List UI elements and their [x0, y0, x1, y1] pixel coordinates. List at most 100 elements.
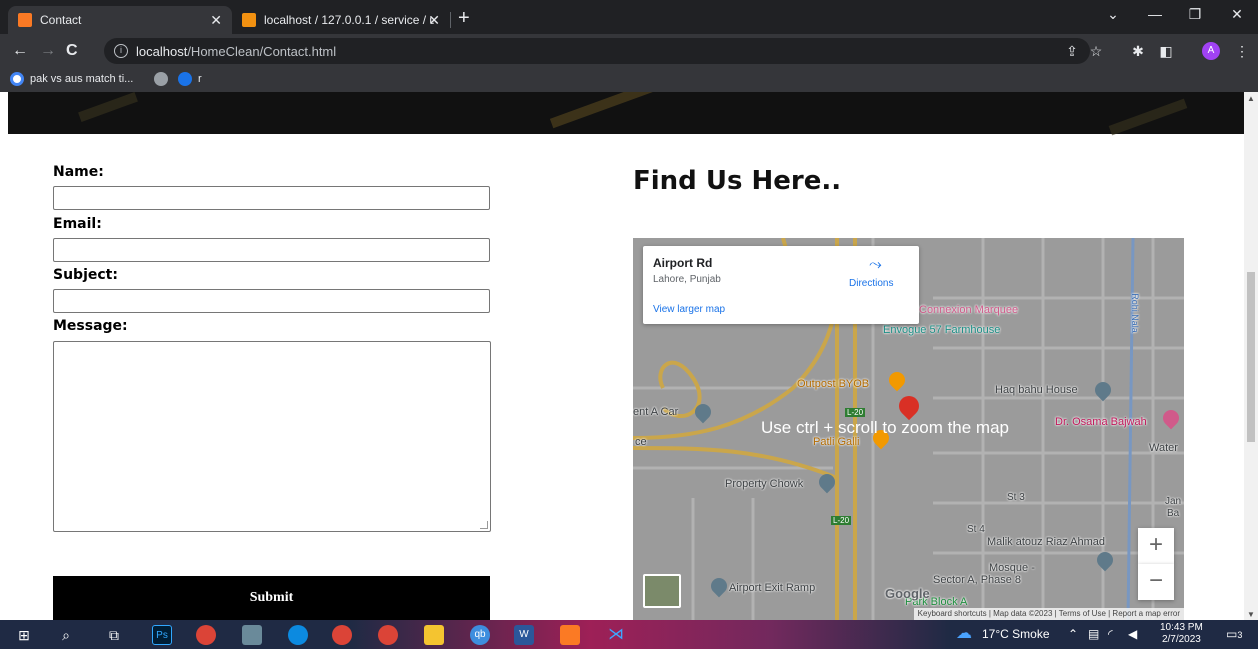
windows-start-icon[interactable]: ⊞: [14, 625, 34, 645]
submit-button[interactable]: Submit: [53, 576, 490, 620]
hero-banner-image: [8, 92, 1244, 136]
bookmark-label: r: [198, 73, 202, 85]
place-title: Airport Rd: [653, 256, 713, 270]
photoshop-icon[interactable]: Ps: [152, 625, 172, 645]
map-label-envogue: Envogue 57 Farmhouse: [883, 324, 1001, 336]
chrome-icon[interactable]: [196, 625, 216, 645]
google-logo: Google: [885, 586, 930, 601]
map-road-shield: L-20: [831, 516, 852, 525]
directions-link[interactable]: Directions: [849, 278, 893, 289]
map-zoom-hint: Use ctrl + scroll to zoom the map: [761, 418, 1010, 437]
map-label-rentacar: ent A Car: [633, 406, 679, 418]
volume-icon[interactable]: ◀: [1128, 627, 1137, 641]
profile-avatar[interactable]: A: [1202, 42, 1220, 60]
close-tab-icon[interactable]: ✕: [428, 12, 440, 29]
close-tab-icon[interactable]: ✕: [210, 12, 222, 29]
map-label-outpost: Outpost BYOB: [797, 378, 870, 390]
reload-icon[interactable]: C: [66, 41, 78, 61]
message-label: Message:: [53, 318, 128, 334]
tab-search-icon[interactable]: ⌄: [1098, 6, 1128, 23]
scroll-thumb[interactable]: [1247, 272, 1255, 442]
wifi-icon[interactable]: ◜: [1108, 627, 1113, 641]
map-label-exitramp: Airport Exit Ramp: [729, 582, 816, 594]
google-map-embed[interactable]: Connexion Marquee Envogue 57 Farmhouse R…: [633, 238, 1184, 620]
show-hidden-icons-icon[interactable]: ⌃: [1068, 627, 1078, 641]
forward-icon[interactable]: →: [40, 41, 56, 61]
browser-toolbar: ← → C i localhost/HomeClean/Contact.html…: [0, 34, 1258, 68]
globe-icon: [154, 72, 168, 86]
directions-icon[interactable]: ⤳: [869, 256, 882, 274]
xampp-icon[interactable]: [560, 625, 580, 645]
minimize-icon[interactable]: —: [1140, 6, 1170, 22]
tab-contact[interactable]: Contact ✕: [8, 6, 232, 34]
page-viewport: Name: Email: Subject: Message: Submit Fi…: [0, 92, 1244, 620]
side-panel-icon[interactable]: ◧: [1156, 42, 1176, 60]
phpmyadmin-favicon-icon: [242, 13, 256, 27]
url-path: /HomeClean/Contact.html: [187, 43, 337, 59]
snipping-tool-icon[interactable]: [242, 625, 262, 645]
bookmark-label: pak vs aus match ti...: [30, 73, 134, 85]
map-info-card: Airport Rd Lahore, Punjab View larger ma…: [643, 246, 919, 324]
vscode-icon[interactable]: ⋊: [606, 625, 626, 645]
network-icon[interactable]: ▤: [1088, 627, 1099, 641]
browser-tab-bar: Contact ✕ localhost / 127.0.0.1 / servic…: [0, 0, 1258, 34]
site-info-icon[interactable]: i: [114, 44, 128, 58]
page-scrollbar[interactable]: ▲ ▼: [1244, 92, 1258, 620]
edge-icon[interactable]: [288, 625, 308, 645]
map-label-jan: Jan: [1165, 496, 1182, 507]
weather-text[interactable]: 17°C Smoke: [982, 627, 1050, 641]
menu-kebab-icon[interactable]: ⋮: [1232, 42, 1252, 60]
view-larger-map-link[interactable]: View larger map: [653, 304, 725, 315]
scroll-up-icon[interactable]: ▲: [1247, 94, 1255, 103]
map-label-st4: St 4: [967, 524, 985, 535]
find-us-heading: Find Us Here..: [633, 166, 842, 196]
bookmark-star-icon[interactable]: ☆: [1086, 42, 1106, 60]
scroll-down-icon[interactable]: ▼: [1247, 610, 1255, 619]
weather-icon[interactable]: ☁: [956, 623, 972, 643]
map-label-connexion: Connexion Marquee: [919, 304, 1019, 316]
task-view-icon[interactable]: ⧉: [104, 625, 124, 645]
name-input[interactable]: [53, 186, 490, 210]
subject-label: Subject:: [53, 267, 118, 283]
satellite-toggle-button[interactable]: [643, 574, 681, 608]
bookmark-item[interactable]: pak vs aus match ti...: [10, 72, 133, 86]
map-label-haq: Haq bahu House: [995, 384, 1078, 396]
windows-taskbar: ⊞ ⌕ ⧉ Ps qb W ⋊ ☁ 17°C Smoke ⌃ ▤ ◜ ◀ 10:…: [0, 620, 1258, 649]
zoom-out-button[interactable]: −: [1138, 564, 1174, 600]
tab-title: localhost / 127.0.0.1 / service / us: [264, 13, 434, 27]
new-tab-button[interactable]: +: [458, 8, 470, 28]
file-explorer-icon[interactable]: [424, 625, 444, 645]
qbittorrent-icon[interactable]: qb: [470, 625, 490, 645]
clock-date: 2/7/2023: [1161, 634, 1201, 645]
map-label-sector: Sector A, Phase 8: [933, 574, 1022, 586]
map-attribution[interactable]: Keyboard shortcuts | Map data ©2023 | Te…: [913, 608, 1184, 620]
extensions-icon[interactable]: ✱: [1128, 42, 1148, 60]
restore-icon[interactable]: ❐: [1180, 6, 1210, 23]
tab-separator: [450, 12, 451, 28]
resize-handle-icon[interactable]: [480, 521, 488, 529]
bookmark-item[interactable]: [154, 72, 174, 86]
back-icon[interactable]: ←: [12, 41, 28, 61]
share-icon[interactable]: ⇪: [1062, 42, 1082, 60]
tab-phpmyadmin[interactable]: localhost / 127.0.0.1 / service / us ✕: [232, 6, 450, 34]
email-input[interactable]: [53, 238, 490, 262]
notifications-icon[interactable]: ▭3: [1226, 627, 1242, 641]
bookmark-item[interactable]: r: [178, 72, 202, 86]
map-label-ba: Ba: [1167, 508, 1180, 519]
word-icon[interactable]: W: [514, 625, 534, 645]
subject-input[interactable]: [53, 289, 490, 313]
map-road-shield: L-20: [845, 408, 866, 417]
close-window-icon[interactable]: ✕: [1222, 6, 1252, 23]
name-label: Name:: [53, 164, 104, 180]
bookmarks-bar: pak vs aus match ti... r: [0, 68, 1258, 92]
chrome-profile-icon[interactable]: [332, 625, 352, 645]
message-textarea[interactable]: [53, 341, 491, 532]
zoom-in-button[interactable]: +: [1138, 528, 1174, 564]
email-label: Email:: [53, 216, 102, 232]
map-label-mosque: Mosque -: [989, 562, 1035, 574]
search-icon[interactable]: ⌕: [56, 625, 76, 645]
google-icon: [10, 72, 24, 86]
chrome-profile-a-icon[interactable]: [378, 625, 398, 645]
taskbar-clock[interactable]: 10:43 PM 2/7/2023: [1160, 622, 1203, 646]
address-bar[interactable]: i localhost/HomeClean/Contact.html: [104, 38, 1090, 64]
